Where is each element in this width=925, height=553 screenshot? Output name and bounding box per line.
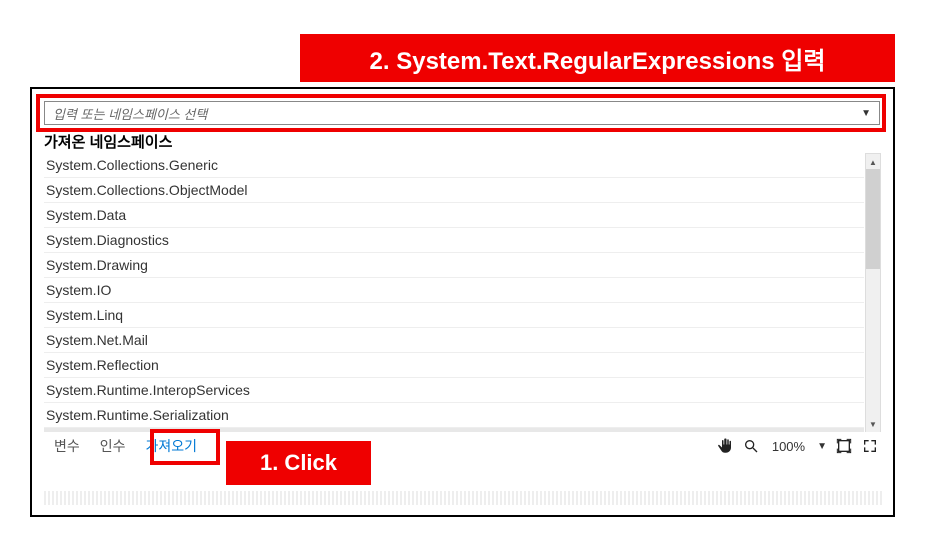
list-item[interactable]: System.Collections.ObjectModel xyxy=(44,178,864,203)
tab-arguments[interactable]: 인수 xyxy=(90,432,136,460)
namespace-input-placeholder: 입력 또는 네임스페이스 선택 xyxy=(49,104,857,123)
callout-step-2-text: 2. System.Text.RegularExpressions 입력 xyxy=(370,41,826,76)
scroll-down-icon[interactable]: ▼ xyxy=(866,416,880,432)
window-frame: 입력 또는 네임스페이스 선택 ▼ 가져온 네임스페이스 System.Coll… xyxy=(30,87,895,517)
zoom-dropdown-icon[interactable]: ▼ xyxy=(817,441,827,452)
list-header: 가져온 네임스페이스 xyxy=(44,131,172,152)
zoom-icon[interactable] xyxy=(742,437,760,455)
namespace-list[interactable]: System.Collections.Generic System.Collec… xyxy=(44,153,864,433)
tab-variables[interactable]: 변수 xyxy=(44,432,90,460)
tab-imports[interactable]: 가져오기 xyxy=(136,432,208,460)
list-item[interactable]: System.Net.Mail xyxy=(44,328,864,353)
status-bar-right: 100% ▼ xyxy=(716,432,879,460)
list-item[interactable]: System.Drawing xyxy=(44,253,864,278)
zoom-level: 100% xyxy=(768,439,809,454)
fullscreen-icon[interactable] xyxy=(861,437,879,455)
pan-hand-icon[interactable] xyxy=(716,437,734,455)
list-item[interactable]: System.IO xyxy=(44,278,864,303)
fit-screen-icon[interactable] xyxy=(835,437,853,455)
callout-step-1: 1. Click xyxy=(226,441,371,485)
list-item[interactable]: System.Diagnostics xyxy=(44,228,864,253)
callout-step-1-text: 1. Click xyxy=(260,450,337,476)
resize-grip[interactable] xyxy=(44,491,884,505)
list-item[interactable]: System.Linq xyxy=(44,303,864,328)
callout-step-2: 2. System.Text.RegularExpressions 입력 xyxy=(300,34,895,82)
scroll-up-icon[interactable]: ▲ xyxy=(866,154,880,170)
list-item[interactable]: System.Reflection xyxy=(44,353,864,378)
scroll-thumb[interactable] xyxy=(866,169,880,269)
list-item[interactable]: System.Collections.Generic xyxy=(44,153,864,178)
namespace-input[interactable]: 입력 또는 네임스페이스 선택 ▼ xyxy=(44,101,880,125)
list-item[interactable]: System.Data xyxy=(44,203,864,228)
list-item[interactable]: System.Runtime.InteropServices xyxy=(44,378,864,403)
list-item[interactable]: System.Runtime.Serialization xyxy=(44,403,864,428)
chevron-down-icon[interactable]: ▼ xyxy=(857,108,875,119)
